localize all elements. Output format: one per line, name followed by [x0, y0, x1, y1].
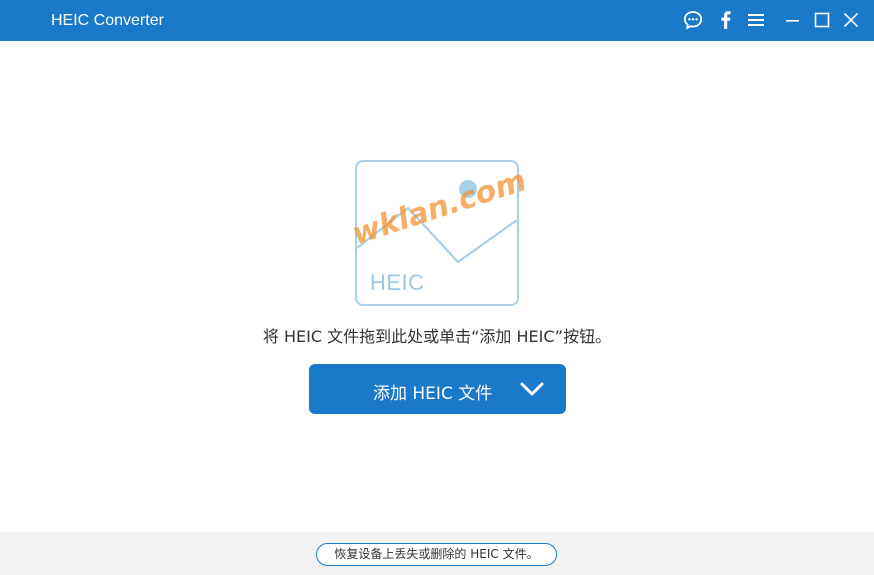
facebook-icon[interactable] [715, 9, 737, 31]
app-title: HEIC Converter [51, 12, 164, 29]
maximize-icon[interactable] [811, 9, 833, 31]
add-heic-button-label: 添加 HEIC 文件 [373, 384, 493, 404]
footer-bar: 恢复设备上丢失或删除的 HEIC 文件。 [0, 532, 874, 575]
recover-files-link[interactable]: 恢复设备上丢失或删除的 HEIC 文件。 [316, 543, 557, 566]
chat-icon[interactable] [682, 9, 704, 31]
chevron-down-icon[interactable] [519, 380, 545, 398]
drop-area[interactable]: HEIC wklan.com 将 HEIC 文件拖到此处或单击“添加 HEIC”… [0, 41, 874, 532]
close-icon[interactable] [840, 9, 862, 31]
menu-icon[interactable] [745, 9, 767, 31]
add-heic-button[interactable]: 添加 HEIC 文件 [309, 364, 566, 414]
drop-hint-text: 将 HEIC 文件拖到此处或单击“添加 HEIC”按钮。 [262, 327, 612, 346]
placeholder-format-label: HEIC [370, 270, 425, 295]
title-bar: HEIC Converter [0, 0, 874, 41]
minimize-icon[interactable] [781, 9, 803, 31]
